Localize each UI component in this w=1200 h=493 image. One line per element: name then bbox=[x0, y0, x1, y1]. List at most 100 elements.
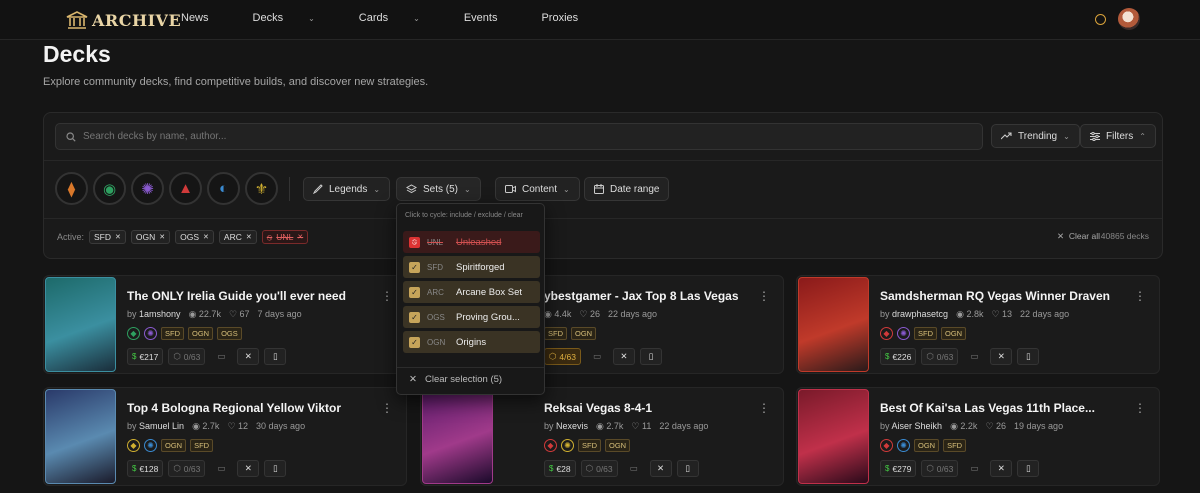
book-icon[interactable]: ▯ bbox=[264, 348, 287, 365]
clear-selection-button[interactable]: ✕ Clear selection (5) bbox=[409, 374, 502, 385]
video-icon[interactable]: ▭ bbox=[210, 460, 232, 477]
sets-dropdown[interactable]: Sets (5) ⌄ bbox=[396, 177, 481, 201]
sort-dropdown[interactable]: Trending ⌄ bbox=[991, 124, 1080, 148]
video-icon[interactable]: ▭ bbox=[210, 348, 232, 365]
deck-card[interactable]: Top 4 Bologna Regional Yellow Viktor by S… bbox=[43, 387, 407, 486]
deck-card[interactable]: Best Of Kai'sa Las Vegas 11th Place... by… bbox=[796, 387, 1160, 486]
chaos-icon[interactable]: ◐ bbox=[207, 172, 240, 205]
book-icon[interactable]: ▯ bbox=[676, 460, 699, 477]
book-icon[interactable]: ▯ bbox=[1017, 348, 1040, 365]
nav-link-decks[interactable]: Decks ⌄ bbox=[253, 12, 337, 24]
author-name[interactable]: 1amshony bbox=[139, 309, 181, 319]
crossed-swords-icon[interactable]: ✕ bbox=[237, 348, 260, 365]
nav-link-news[interactable]: News bbox=[181, 12, 231, 24]
author-name[interactable]: Samuel Lin bbox=[139, 421, 184, 431]
deck-art[interactable] bbox=[45, 389, 116, 484]
legends-dropdown[interactable]: Legends ⌄ bbox=[303, 177, 391, 201]
content-dropdown[interactable]: Content ⌄ bbox=[495, 177, 580, 201]
book-icon[interactable]: ▯ bbox=[264, 460, 287, 477]
book-icon[interactable]: ▯ bbox=[1017, 460, 1040, 477]
owned-badge[interactable]: ⬡ 0/63 bbox=[921, 460, 959, 477]
set-option-ogn[interactable]: ✓ OGN Origins bbox=[403, 331, 540, 353]
heart-icon: ♡ bbox=[579, 309, 590, 319]
search-box[interactable] bbox=[55, 123, 983, 150]
filter-chip-unl[interactable]: ⦸ UNL ✕ bbox=[261, 230, 309, 244]
crossed-swords-icon[interactable]: ✕ bbox=[990, 460, 1013, 477]
nav-link-cards[interactable]: Cards ⌄ bbox=[359, 12, 442, 24]
remove-icon[interactable]: ✕ bbox=[297, 233, 303, 241]
by-label: by bbox=[880, 309, 890, 319]
deck-title[interactable]: Reksai Vegas 8-4-1 bbox=[544, 401, 652, 415]
crossed-swords-icon[interactable]: ✕ bbox=[237, 460, 260, 477]
order-icon[interactable]: ⚜ bbox=[245, 172, 278, 205]
more-options-icon[interactable]: ⋮ bbox=[758, 289, 770, 303]
deck-card[interactable]: Samdsherman RQ Vegas Winner Draven by dra… bbox=[796, 275, 1160, 374]
author-name[interactable]: Nexevis bbox=[556, 421, 588, 431]
remove-icon[interactable]: ✕ bbox=[159, 233, 165, 241]
sort-label: Trending bbox=[1018, 130, 1058, 142]
deck-art[interactable] bbox=[798, 389, 869, 484]
more-options-icon[interactable]: ⋮ bbox=[381, 401, 393, 415]
filters-button[interactable]: Filters ⌃ bbox=[1080, 124, 1156, 148]
crossed-swords-icon[interactable]: ✕ bbox=[990, 348, 1013, 365]
remove-icon[interactable]: ✕ bbox=[203, 233, 209, 241]
more-options-icon[interactable]: ⋮ bbox=[758, 401, 770, 415]
date-range-button[interactable]: Date range bbox=[584, 177, 670, 201]
nav-link-proxies[interactable]: Proxies bbox=[541, 12, 600, 24]
calm-icon[interactable]: ◉ bbox=[93, 172, 126, 205]
deck-art[interactable] bbox=[422, 389, 493, 484]
set-option-ogs[interactable]: ✓ OGS Proving Grou... bbox=[403, 306, 540, 328]
clear-all-button[interactable]: ✕ Clear all bbox=[1057, 231, 1100, 242]
price-badge[interactable]: $ €217 bbox=[127, 348, 164, 365]
currency-icon[interactable] bbox=[1095, 13, 1106, 25]
search-input[interactable] bbox=[83, 131, 963, 142]
deck-title[interactable]: Samdsherman RQ Vegas Winner Draven bbox=[880, 289, 1110, 303]
video-icon[interactable]: ▭ bbox=[623, 460, 645, 477]
price-badge[interactable]: $ €226 bbox=[880, 348, 917, 365]
owned-badge[interactable]: ⬡ 0/63 bbox=[921, 348, 959, 365]
more-options-icon[interactable]: ⋮ bbox=[1134, 401, 1146, 415]
body-icon[interactable]: ▲ bbox=[169, 172, 202, 205]
more-options-icon[interactable]: ⋮ bbox=[1134, 289, 1146, 303]
owned-badge[interactable]: ⬡ 0/63 bbox=[168, 460, 206, 477]
deck-art[interactable] bbox=[798, 277, 869, 372]
logo[interactable]: ARCHIVE bbox=[66, 8, 181, 32]
filter-chip-arc[interactable]: ARC ✕ bbox=[218, 230, 257, 244]
set-option-unl[interactable]: ⦸ UNL Unleashed bbox=[403, 231, 540, 253]
filter-chip-sfd[interactable]: SFD ✕ bbox=[89, 230, 126, 244]
mind-icon[interactable]: ✺ bbox=[131, 172, 164, 205]
deck-title[interactable]: The ONLY Irelia Guide you'll ever need bbox=[127, 289, 346, 303]
price-badge[interactable]: $ €28 bbox=[544, 460, 576, 477]
video-icon[interactable]: ▭ bbox=[963, 348, 985, 365]
price-badge[interactable]: $ €279 bbox=[880, 460, 917, 477]
avatar[interactable] bbox=[1118, 8, 1140, 30]
owned-badge[interactable]: ⬡ 0/63 bbox=[168, 348, 206, 365]
author-name[interactable]: Aiser Sheikh bbox=[892, 421, 943, 431]
video-icon[interactable]: ▭ bbox=[586, 348, 608, 365]
remove-icon[interactable]: ✕ bbox=[115, 233, 121, 241]
page-title: Decks bbox=[43, 41, 111, 67]
deck-title[interactable]: ybestgamer - Jax Top 8 Las Vegas bbox=[544, 289, 739, 303]
remove-icon[interactable]: ✕ bbox=[246, 233, 252, 241]
deck-card[interactable]: Reksai Vegas 8-4-1 by Nexevis ◉ 2.7k ♡ 11 22… bbox=[420, 387, 784, 486]
set-option-arc[interactable]: ✓ ARC Arcane Box Set bbox=[403, 281, 540, 303]
author-name[interactable]: drawphasetcg bbox=[892, 309, 948, 319]
more-options-icon[interactable]: ⋮ bbox=[381, 289, 393, 303]
owned-badge[interactable]: ⬡ 4/63 bbox=[544, 348, 581, 365]
filter-chip-ogn[interactable]: OGN ✕ bbox=[130, 230, 171, 244]
nav-link-events[interactable]: Events bbox=[464, 12, 520, 24]
fury-icon[interactable]: ⧫ bbox=[55, 172, 88, 205]
price-badge[interactable]: $ €128 bbox=[127, 460, 164, 477]
crossed-swords-icon[interactable]: ✕ bbox=[612, 348, 635, 365]
deck-card[interactable]: The ONLY Irelia Guide you'll ever need by… bbox=[43, 275, 407, 374]
video-icon[interactable]: ▭ bbox=[963, 460, 985, 477]
filter-chip-ogs[interactable]: OGS ✕ bbox=[175, 230, 214, 244]
owned-badge[interactable]: ⬡ 0/63 bbox=[580, 460, 618, 477]
deck-art[interactable] bbox=[45, 277, 116, 372]
set-tag: OGN bbox=[161, 439, 187, 452]
deck-title[interactable]: Top 4 Bologna Regional Yellow Viktor bbox=[127, 401, 341, 415]
book-icon[interactable]: ▯ bbox=[639, 348, 662, 365]
crossed-swords-icon[interactable]: ✕ bbox=[649, 460, 672, 477]
set-option-sfd[interactable]: ✓ SFD Spiritforged bbox=[403, 256, 540, 278]
deck-title[interactable]: Best Of Kai'sa Las Vegas 11th Place... bbox=[880, 401, 1095, 415]
